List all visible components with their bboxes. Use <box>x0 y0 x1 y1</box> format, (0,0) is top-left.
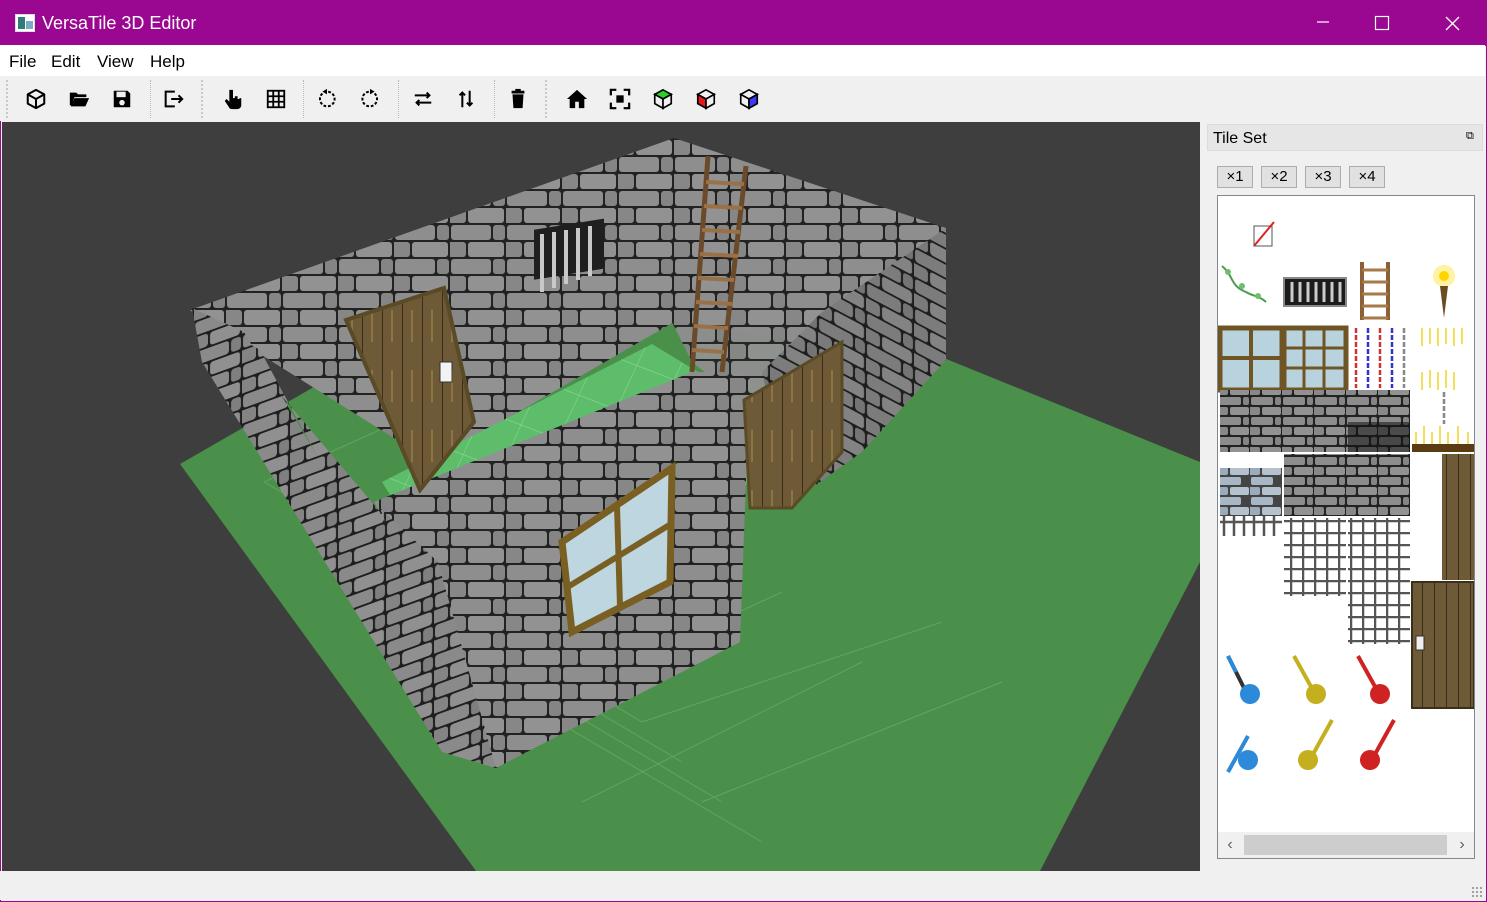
eraser-tile[interactable] <box>1253 221 1275 247</box>
zoom-2-button[interactable]: ×2 <box>1261 166 1297 188</box>
close-icon <box>1445 16 1459 31</box>
zoom-4-button[interactable]: ×4 <box>1349 166 1385 188</box>
door-edge-tile[interactable] <box>1442 454 1474 580</box>
torch-tile[interactable] <box>1433 265 1455 318</box>
toolbar-separator-2 <box>303 80 304 118</box>
key-red-icon[interactable] <box>1356 655 1396 770</box>
grid-icon <box>266 89 286 109</box>
title-bar[interactable]: VersaTile 3D Editor <box>1 1 1486 46</box>
open-folder-icon <box>69 92 90 107</box>
stone-brick-tile-2[interactable] <box>1284 454 1410 516</box>
scroll-left-icon[interactable]: ‹ <box>1220 835 1240 855</box>
toolbar <box>0 76 1485 121</box>
maximize-button[interactable] <box>1347 1 1417 46</box>
toolbar-separator-4 <box>494 80 495 118</box>
dock-title: Tile Set <box>1213 130 1267 147</box>
view-side-button[interactable] <box>692 85 720 113</box>
tile-grid[interactable]: ‹ › <box>1217 195 1475 859</box>
iron-grate-tile-2[interactable] <box>1348 518 1410 644</box>
view-front-button[interactable] <box>649 85 677 113</box>
delete-trash-icon <box>511 88 525 109</box>
menu-help[interactable]: Help <box>150 52 185 72</box>
scene-render[interactable] <box>2 122 1200 871</box>
window-bars-tile[interactable] <box>1283 277 1347 307</box>
export-button[interactable] <box>159 85 187 113</box>
view-top-button[interactable] <box>735 85 763 113</box>
view-cube-green-icon <box>653 88 673 110</box>
window-title: VersaTile 3D Editor <box>42 13 197 33</box>
dark-brick-tile[interactable] <box>1348 422 1410 452</box>
key-blue-icon[interactable] <box>1226 655 1260 773</box>
dock-title-bar[interactable]: Tile Set ⧉ <box>1207 124 1483 151</box>
grid-button[interactable] <box>262 85 290 113</box>
tileset-dock: Tile Set ⧉ ×1 ×2 ×3 ×4 ‹ › <box>1205 124 1485 864</box>
fence-tile[interactable] <box>1220 516 1282 536</box>
export-icon <box>164 90 184 108</box>
flip-horizontal-icon <box>414 91 432 107</box>
iron-grate-tile[interactable] <box>1284 518 1346 596</box>
key-yellow-icon[interactable] <box>1292 655 1334 770</box>
resize-grip-icon[interactable] <box>1471 886 1483 898</box>
delete-button[interactable] <box>504 85 532 113</box>
frame-selection-icon <box>609 88 631 110</box>
save-disk-icon <box>113 90 131 108</box>
app-icon <box>15 14 35 32</box>
toolbar-grip-3[interactable] <box>545 80 547 118</box>
flip-vertical-button[interactable] <box>452 85 480 113</box>
window-frame-small-tile[interactable] <box>1281 325 1349 393</box>
save-button[interactable] <box>108 85 136 113</box>
scroll-right-icon[interactable]: › <box>1452 835 1472 855</box>
light-rays-tile[interactable] <box>1412 328 1474 452</box>
ivy-tile[interactable] <box>1221 265 1267 303</box>
status-bar <box>0 871 1485 900</box>
flip-horizontal-button[interactable] <box>409 85 437 113</box>
rotate-right-icon <box>361 88 379 108</box>
3d-viewport[interactable] <box>2 122 1200 871</box>
close-button[interactable] <box>1417 1 1487 46</box>
menu-file[interactable]: File <box>9 52 36 72</box>
home-icon <box>566 89 588 109</box>
menu-view[interactable]: View <box>97 52 134 72</box>
rotate-left-icon <box>318 88 336 108</box>
select-button[interactable] <box>219 85 247 113</box>
horizontal-scrollbar[interactable]: ‹ › <box>1218 832 1474 858</box>
maximize-icon <box>1374 15 1389 31</box>
tile-atlas[interactable] <box>1218 196 1474 832</box>
scrollbar-thumb[interactable] <box>1244 835 1447 855</box>
frame-selection-button[interactable] <box>606 85 634 113</box>
new-button[interactable] <box>22 85 50 113</box>
toolbar-grip-2[interactable] <box>201 80 203 118</box>
window-frame-tile[interactable] <box>1218 325 1285 393</box>
new-cube-icon <box>26 88 46 110</box>
door-lock-tile <box>1415 635 1425 651</box>
float-icon[interactable]: ⧉ <box>1466 130 1478 142</box>
ladder-tile[interactable] <box>1360 262 1390 320</box>
toolbar-grip[interactable] <box>6 80 8 118</box>
flip-vertical-icon <box>458 90 474 108</box>
open-button[interactable] <box>65 85 93 113</box>
rotate-right-button[interactable] <box>356 85 384 113</box>
toolbar-separator <box>150 80 151 118</box>
toolbar-separator-3 <box>398 80 399 118</box>
rotate-left-button[interactable] <box>313 85 341 113</box>
zoom-1-button[interactable]: ×1 <box>1217 166 1253 188</box>
menu-edit[interactable]: Edit <box>51 52 80 72</box>
minimize-icon <box>1316 21 1329 23</box>
zoom-3-button[interactable]: ×3 <box>1305 166 1341 188</box>
view-cube-red-icon <box>696 88 716 110</box>
blue-brick-tile[interactable] <box>1220 468 1282 516</box>
menu-bar: File Edit View Help <box>0 45 1485 76</box>
view-cube-blue-icon <box>739 88 759 110</box>
door-lock <box>439 361 453 383</box>
hand-pointer-icon <box>224 89 242 110</box>
home-view-button[interactable] <box>563 85 591 113</box>
